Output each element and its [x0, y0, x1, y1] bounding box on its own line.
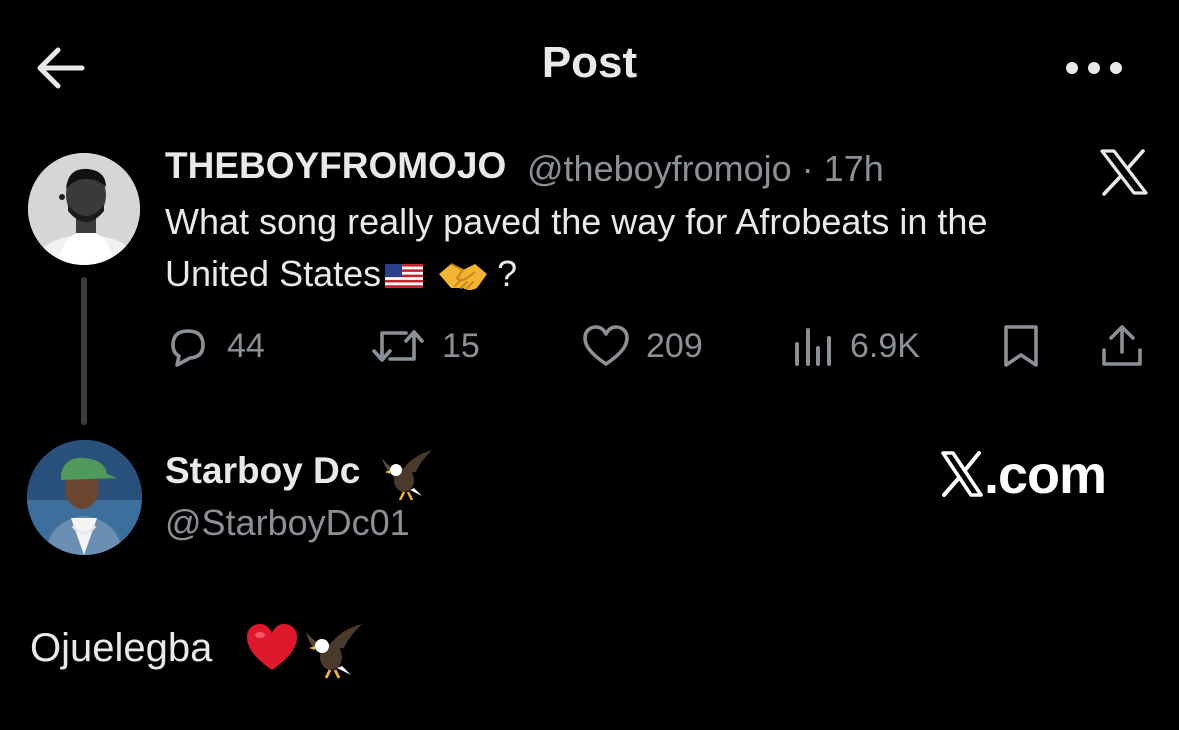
repost-icon: [372, 330, 424, 362]
like-count: 209: [646, 326, 703, 365]
post-text-line: What song really paved the way for Afrob…: [165, 201, 988, 242]
reply-author-display-name[interactable]: Starboy Dc: [165, 450, 360, 492]
eagle-icon: [304, 620, 364, 680]
eagle-icon: [380, 448, 434, 501]
page-title: Post: [541, 38, 638, 87]
thread-connector-line: [81, 277, 87, 425]
handshake-icon: [439, 263, 488, 290]
reply-count: 44: [227, 326, 265, 365]
post-text-line: United States ?: [165, 248, 1105, 300]
bookmark-button[interactable]: [998, 316, 1044, 376]
more-horizontal-icon: [1066, 62, 1122, 74]
heart-outline-icon: [583, 325, 629, 366]
more-button[interactable]: [1060, 48, 1140, 88]
reply-text: Ojuelegba: [30, 626, 213, 670]
like-button[interactable]: 209: [582, 316, 703, 376]
post-text-fragment: United States: [165, 253, 382, 294]
author-handle-and-time[interactable]: @theboyfromojo · 17h: [527, 148, 884, 190]
x-com-watermark: .com: [940, 444, 1107, 506]
author-display-name[interactable]: THEBOYFROMOJO: [165, 145, 506, 187]
views-chart-icon: [795, 328, 831, 366]
arrow-left-icon: [37, 47, 85, 89]
repost-count: 15: [442, 326, 480, 365]
post-text-fragment: ?: [497, 253, 518, 294]
reply-icon: [171, 329, 205, 367]
avatar[interactable]: [28, 153, 140, 265]
us-flag-icon: [385, 264, 424, 288]
x-logo-icon: [1098, 148, 1150, 196]
avatar[interactable]: [27, 440, 142, 555]
x-logo-icon: [941, 451, 983, 497]
bookmark-icon: [1004, 325, 1038, 367]
share-button[interactable]: [1098, 316, 1146, 376]
repost-button[interactable]: 15: [370, 316, 480, 376]
watermark-text: .com: [984, 445, 1107, 505]
avatar-photo: [28, 153, 140, 265]
red-heart-icon: [244, 620, 300, 676]
views-count: 6.9K: [850, 326, 920, 365]
reply-button[interactable]: 44: [165, 316, 265, 376]
back-button[interactable]: [30, 40, 90, 96]
reply-author-handle[interactable]: @StarboyDc01: [165, 502, 410, 544]
post-text: What song really paved the way for Afrob…: [165, 196, 1105, 300]
views-button[interactable]: 6.9K: [792, 316, 920, 376]
share-icon: [1102, 325, 1142, 366]
avatar-photo: [27, 440, 142, 555]
